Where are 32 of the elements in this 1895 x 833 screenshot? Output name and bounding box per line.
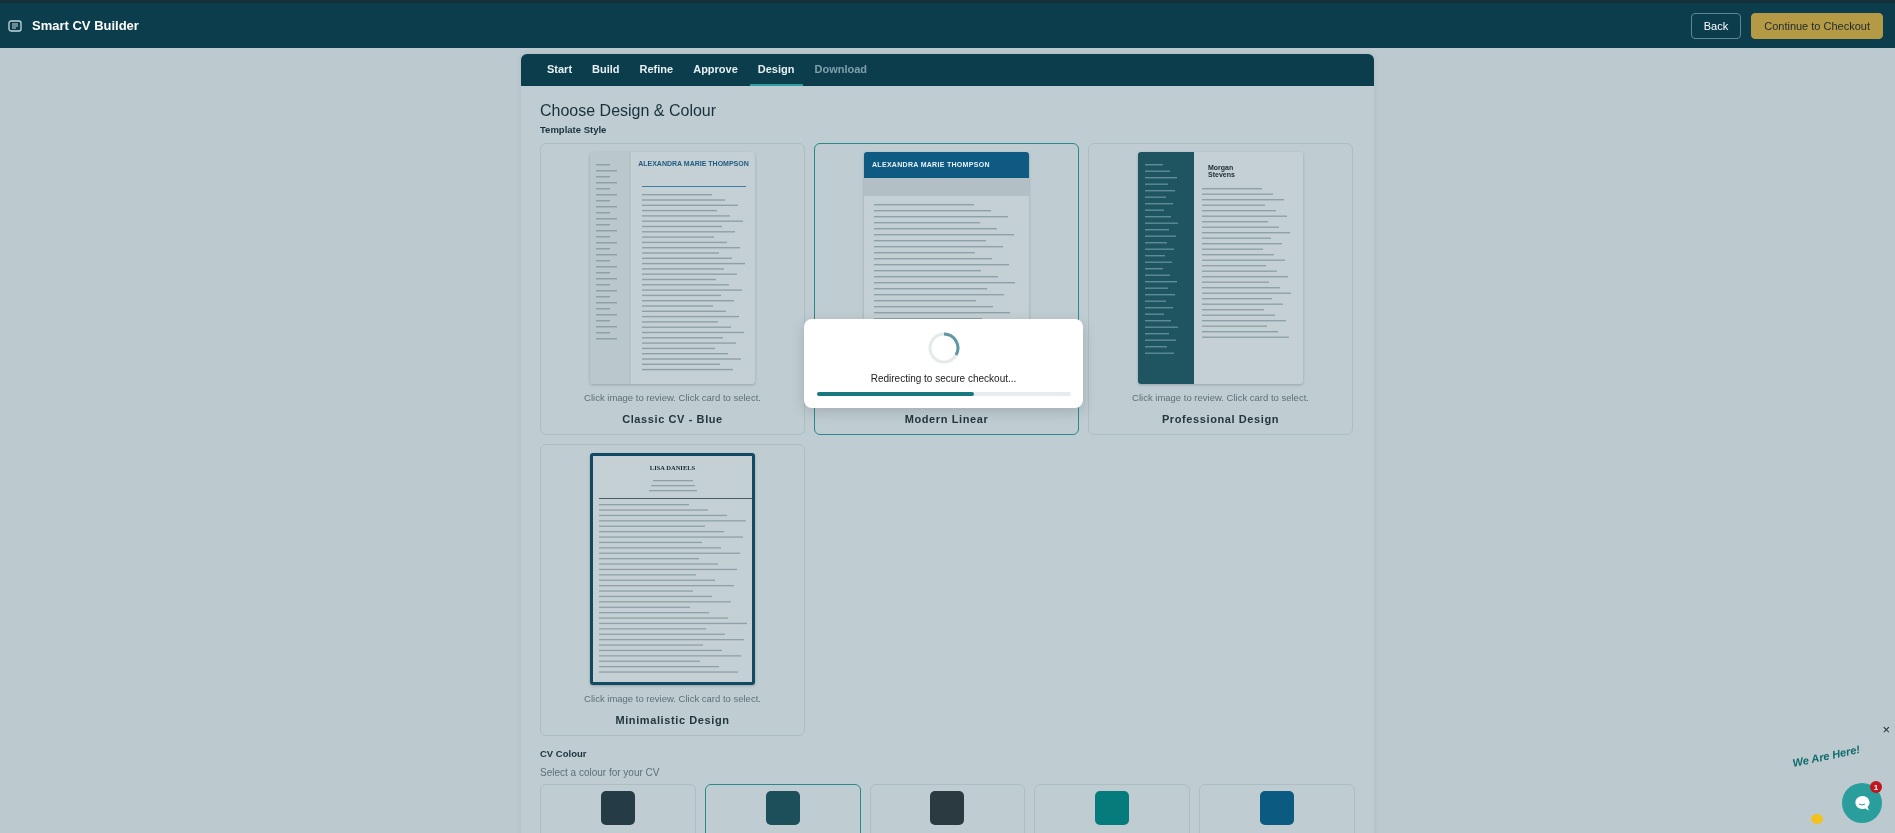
section-hint: Select a colour for your CV bbox=[540, 767, 661, 778]
card-hint: Click image to review. Click card to select. bbox=[1132, 392, 1309, 403]
loading-message: Redirecting to secure checkout... bbox=[870, 373, 1017, 384]
colour-card[interactable] bbox=[704, 784, 861, 833]
step-tab[interactable]: Start bbox=[539, 54, 581, 86]
back-button[interactable]: Back bbox=[1690, 12, 1742, 39]
chat-button[interactable] bbox=[1842, 783, 1882, 823]
step-tab[interactable]: Refine bbox=[631, 54, 682, 86]
colour-card[interactable] bbox=[1034, 784, 1191, 833]
template-name: Minimalistic Design bbox=[615, 714, 730, 726]
page-heading: Choose Design & Colour bbox=[540, 102, 718, 120]
step-tab[interactable]: Approve bbox=[685, 54, 746, 86]
notification-badge: 1 bbox=[1870, 781, 1882, 793]
close-icon[interactable]: × bbox=[1882, 723, 1890, 737]
colour-card[interactable] bbox=[1199, 784, 1355, 833]
template-name: Modern Linear bbox=[904, 413, 989, 425]
chat-caption: We Are Here! bbox=[1791, 743, 1861, 769]
colour-card[interactable] bbox=[869, 784, 1026, 833]
logo-icon bbox=[8, 18, 22, 33]
checkout-button[interactable]: Continue to Checkout bbox=[1751, 12, 1883, 39]
section-label: Template Style bbox=[540, 124, 608, 135]
app-title: Smart CV Builder bbox=[32, 18, 140, 33]
step-tab[interactable]: Build bbox=[584, 54, 628, 86]
template-name: Professional Design bbox=[1161, 413, 1280, 425]
step-tab[interactable]: Design bbox=[749, 54, 803, 86]
section-label: CV Colour bbox=[540, 748, 588, 759]
card-hint: Click image to review. Click card to select. bbox=[584, 693, 761, 704]
spinner-icon bbox=[926, 331, 961, 365]
card-hint: Click image to review. Click card to select. bbox=[584, 392, 761, 403]
colour-card[interactable] bbox=[540, 784, 696, 833]
template-name: Classic CV - Blue bbox=[622, 413, 723, 425]
chat-icon bbox=[1853, 794, 1871, 812]
